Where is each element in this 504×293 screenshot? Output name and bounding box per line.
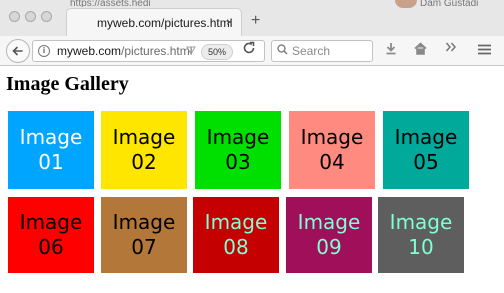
- search-input[interactable]: [292, 44, 370, 58]
- search-bar[interactable]: [271, 40, 373, 62]
- window-minimize-dot[interactable]: [25, 11, 36, 22]
- back-arrow-icon[interactable]: [6, 39, 30, 63]
- tile-label-line2: 08: [223, 235, 249, 259]
- url-path: /pictures.html: [121, 44, 193, 58]
- tile-label-line1: Image: [394, 125, 458, 149]
- tile-label-line2: 07: [131, 235, 157, 259]
- tile-label-line1: Image: [19, 210, 83, 234]
- info-icon[interactable]: i: [38, 45, 50, 57]
- url-bar[interactable]: i myweb.com/pictures.html 50%: [32, 40, 265, 62]
- page-content: Image Gallery Image 01 Image 02 Image 03…: [0, 67, 504, 293]
- gallery-tile[interactable]: Image 10: [378, 197, 464, 273]
- tile-label-line2: 02: [131, 150, 157, 174]
- new-tab-icon[interactable]: +: [251, 13, 260, 29]
- overflow-chevrons-icon[interactable]: [445, 41, 457, 56]
- close-tab-icon[interactable]: ×: [226, 15, 233, 29]
- window-close-dot[interactable]: [9, 11, 20, 22]
- home-icon[interactable]: [414, 42, 427, 58]
- tab-strip: https://assets.hedi Dam Gustadi myweb.co…: [0, 0, 504, 37]
- gallery-tile[interactable]: Image 06: [8, 197, 94, 273]
- url-domain: myweb.com: [57, 44, 122, 58]
- tile-label-line1: Image: [206, 125, 270, 149]
- tab-title: myweb.com/pictures.html: [97, 16, 233, 30]
- gallery-tile[interactable]: Image 08: [193, 197, 279, 273]
- zoom-level-badge[interactable]: 50%: [201, 44, 234, 60]
- gallery-tile[interactable]: Image 03: [195, 111, 281, 189]
- tile-label-line2: 03: [225, 150, 251, 174]
- tile-label-line2: 04: [319, 150, 345, 174]
- tile-label-line2: 09: [316, 235, 342, 259]
- navigation-toolbar: i myweb.com/pictures.html 50%: [0, 36, 504, 66]
- background-tab-text[interactable]: https://assets.hedi: [70, 0, 160, 7]
- profile-name-text: Dam Gustadi: [420, 0, 479, 7]
- download-icon[interactable]: [385, 42, 397, 58]
- tile-label-line1: Image: [112, 125, 176, 149]
- tile-label-line1: Image: [389, 210, 453, 234]
- reader-view-icon[interactable]: [186, 46, 196, 57]
- avatar: [395, 0, 417, 8]
- window-zoom-dot[interactable]: [41, 11, 52, 22]
- tile-label-line2: 01: [38, 150, 64, 174]
- active-tab[interactable]: myweb.com/pictures.html ×: [66, 8, 242, 36]
- gallery-tile[interactable]: Image 02: [101, 111, 187, 189]
- tile-label-line2: 05: [413, 150, 439, 174]
- gallery-tile[interactable]: Image 07: [101, 197, 187, 273]
- tile-label-line2: 10: [408, 235, 434, 259]
- tile-label-line1: Image: [19, 125, 83, 149]
- tile-label-line1: Image: [112, 210, 176, 234]
- reload-icon[interactable]: [242, 41, 256, 60]
- image-gallery: Image 01 Image 02 Image 03 Image 04 Imag…: [0, 67, 504, 293]
- tile-label-line1: Image: [300, 125, 364, 149]
- search-icon: [277, 44, 288, 58]
- tile-label-line1: Image: [297, 210, 361, 234]
- tile-label-line1: Image: [204, 210, 268, 234]
- hamburger-menu-icon[interactable]: [478, 43, 491, 58]
- gallery-tile[interactable]: Image 04: [289, 111, 375, 189]
- tile-label-line2: 06: [38, 235, 64, 259]
- url-text[interactable]: myweb.com/pictures.html: [57, 44, 192, 58]
- gallery-tile[interactable]: Image 05: [383, 111, 469, 189]
- gallery-tile[interactable]: Image 09: [286, 197, 372, 273]
- gallery-tile[interactable]: Image 01: [8, 111, 94, 189]
